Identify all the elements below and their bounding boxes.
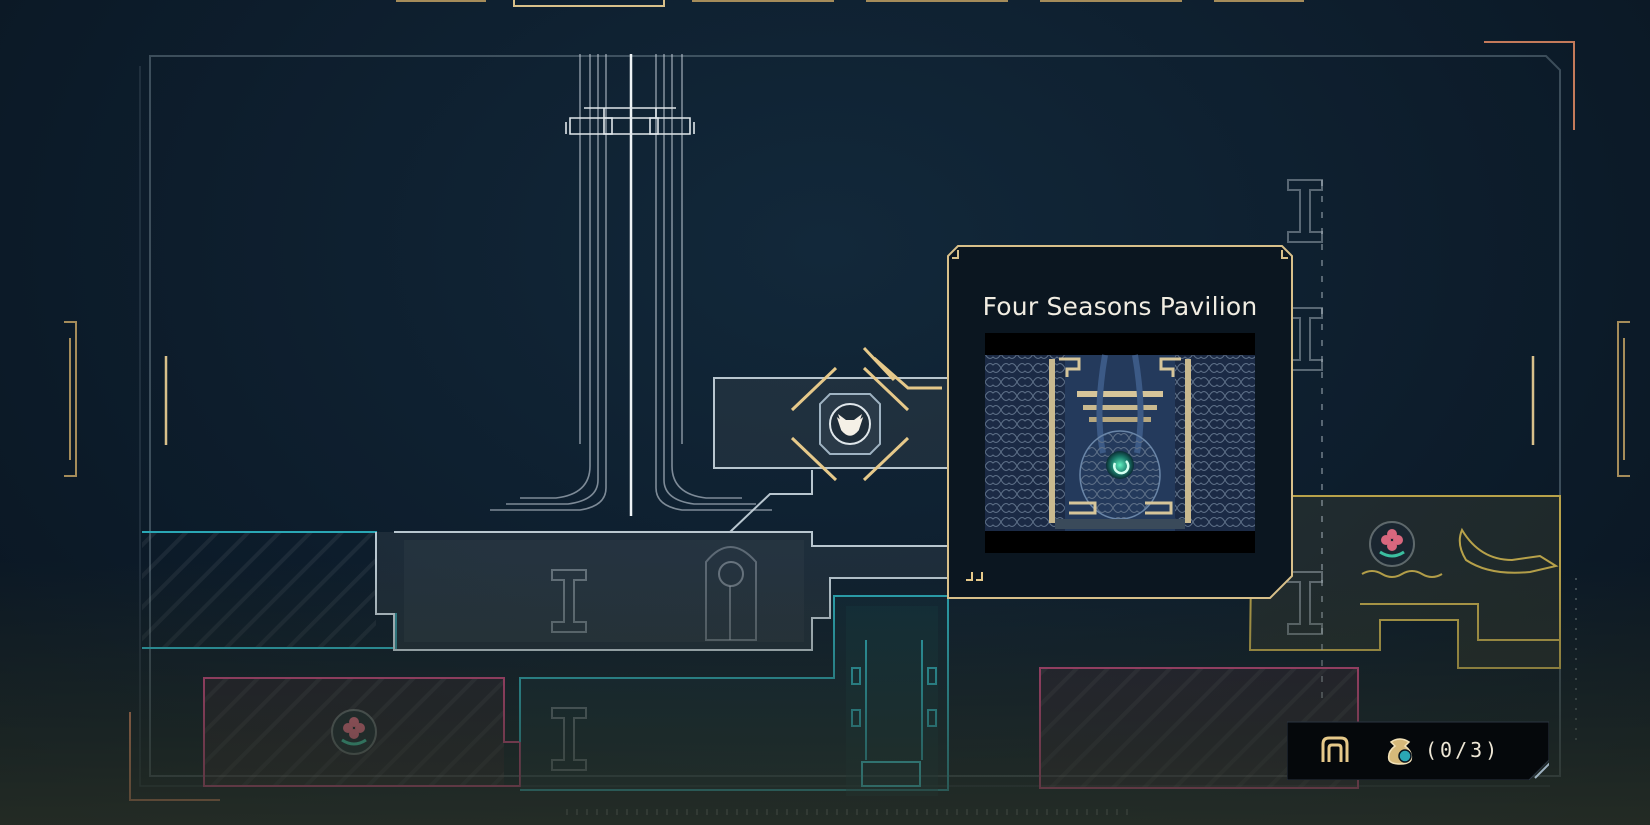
lotus-flower-icon[interactable] bbox=[331, 709, 377, 755]
gate-icon bbox=[1321, 736, 1349, 762]
collectible-counter: (0/3) bbox=[1287, 720, 1549, 780]
location-tooltip: Four Seasons Pavilion bbox=[946, 244, 1294, 601]
lotus-flower-icon[interactable] bbox=[1369, 521, 1415, 567]
map-canvas[interactable] bbox=[0, 0, 1650, 825]
treasure-pouch-icon bbox=[1387, 738, 1413, 765]
location-name: Four Seasons Pavilion bbox=[982, 292, 1258, 321]
location-preview-image bbox=[985, 333, 1255, 553]
top-tab-strip bbox=[396, 0, 1304, 7]
elevator-shaft[interactable] bbox=[846, 606, 938, 796]
teal-zone-left[interactable] bbox=[142, 531, 397, 649]
collectible-count: (0/3) bbox=[1425, 738, 1501, 762]
